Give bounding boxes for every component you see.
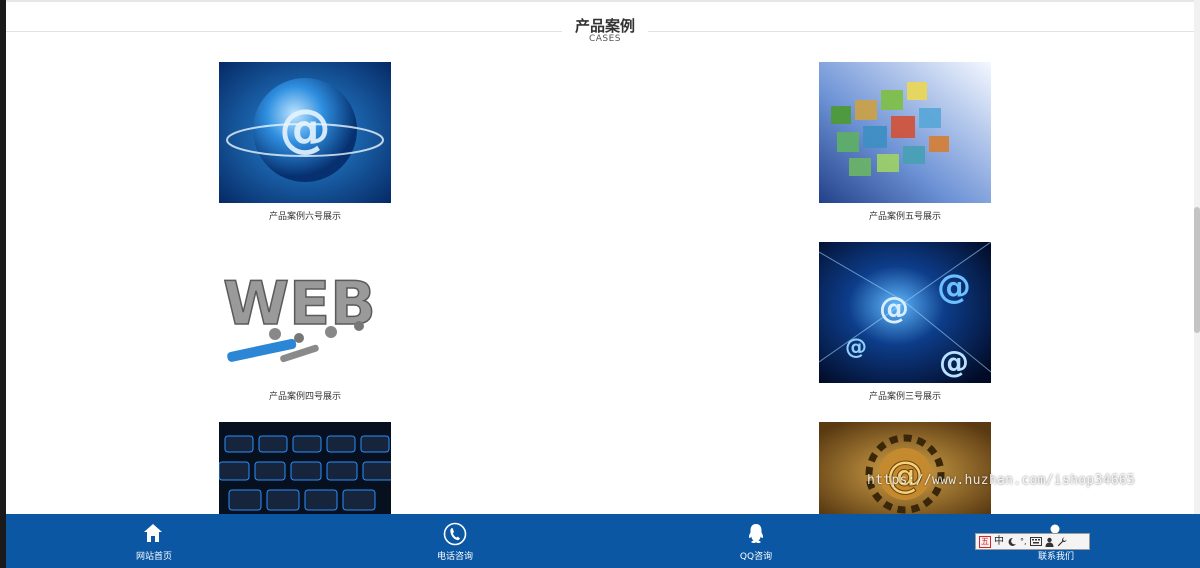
nav-phone[interactable]: 电话咨询 (355, 514, 555, 568)
case-image-golden-at[interactable]: @ (819, 422, 991, 514)
phone-icon (443, 522, 467, 546)
case-image-photo-panels[interactable] (819, 62, 991, 203)
svg-text:@: @ (939, 345, 969, 380)
watermark-url: https://www.huzhan.com/ishop34665 (867, 473, 1136, 488)
svg-text:@: @ (845, 335, 867, 360)
moon-icon[interactable] (1007, 537, 1017, 547)
top-border (6, 0, 1200, 2)
wrench-icon[interactable] (1057, 537, 1067, 547)
svg-text:@: @ (879, 291, 909, 326)
scrollbar-thumb[interactable] (1194, 207, 1200, 333)
case-image-keyboard[interactable] (219, 422, 391, 514)
nav-home[interactable]: 网站首页 (54, 514, 254, 568)
section-header: 产品案例 CASES (6, 12, 1194, 52)
nav-qq[interactable]: QQ咨询 (656, 514, 856, 568)
svg-text:WEB: WEB (223, 269, 376, 339)
nav-qq-label[interactable]: QQ咨询 (656, 549, 856, 562)
case-image-web-letters[interactable]: WEB (219, 242, 391, 383)
user-icon[interactable] (1045, 537, 1054, 547)
ime-punctuation-toggle[interactable]: °, (1020, 534, 1027, 549)
ime-language-toggle[interactable]: 中 (994, 534, 1004, 549)
svg-text:@: @ (937, 267, 971, 307)
case-caption[interactable]: 产品案例四号展示 (199, 389, 411, 402)
case-image-at-sphere[interactable]: @ (219, 62, 391, 203)
case-caption[interactable]: 产品案例五号展示 (799, 209, 1011, 222)
keyboard-icon[interactable] (1029, 537, 1042, 546)
case-item-2[interactable] (219, 422, 391, 514)
case-item-1[interactable]: @ (819, 422, 991, 514)
case-item-6[interactable]: @ 产品案例六号展示 (219, 62, 391, 222)
section-subtitle: CASES (588, 34, 622, 44)
nav-home-label[interactable]: 网站首页 (54, 549, 254, 562)
svg-text:@: @ (279, 99, 331, 159)
case-caption[interactable]: 产品案例三号展示 (799, 389, 1011, 402)
nav-phone-label[interactable]: 电话咨询 (355, 549, 555, 562)
home-icon (144, 524, 162, 542)
case-item-3[interactable]: @ @ @ @ 产品案例三号展示 (819, 242, 991, 402)
case-item-4[interactable]: WEB 产品案例四号展示 (219, 242, 391, 402)
case-image-digital-at[interactable]: @ @ @ @ (819, 242, 991, 383)
case-caption[interactable]: 产品案例六号展示 (199, 209, 411, 222)
ime-mode-indicator[interactable]: 五 (979, 535, 991, 548)
nav-contact-label[interactable]: 联系我们 (956, 549, 1156, 562)
qq-icon (748, 524, 764, 543)
section-title: 产品案例 (574, 17, 635, 35)
window-left-edge (0, 0, 6, 568)
case-item-5[interactable]: 产品案例五号展示 (819, 62, 991, 222)
ime-toolbar[interactable]: 五 中 °, (975, 533, 1090, 550)
